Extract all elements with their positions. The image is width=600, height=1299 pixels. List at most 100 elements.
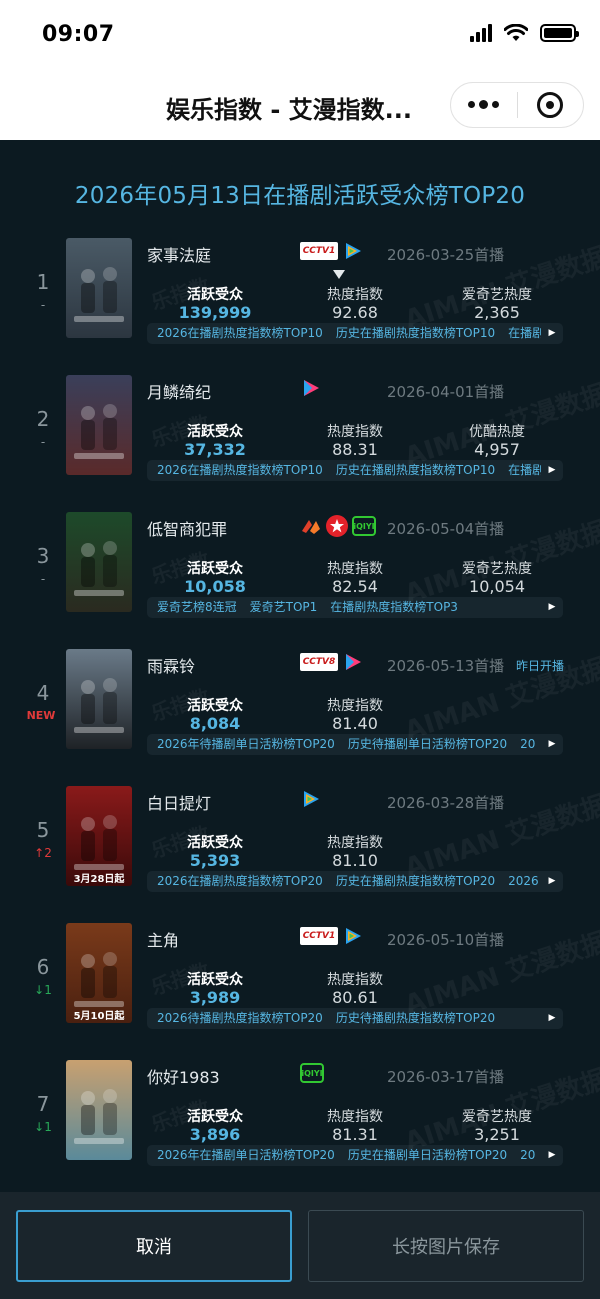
page-title: 娱乐指数 - 艾漫指数... xyxy=(166,96,413,124)
iqiyi-logo: iQIYI xyxy=(352,516,376,536)
badge-ticker: 2026在播剧热度指数榜TOP10 历史在播剧热度指数榜TOP10 在播剧 ▶ xyxy=(147,460,563,481)
platform-logos xyxy=(300,789,322,809)
poster-caption: 3月28日起 xyxy=(73,874,125,885)
badge-ticker: 2026待播剧热度指数榜TOP20 历史待播剧热度指数榜TOP20 ▶ xyxy=(147,1008,563,1029)
cancel-button[interactable]: 取消 xyxy=(16,1210,292,1282)
platform-logos: CCTV1 xyxy=(300,926,364,946)
status-bar: 09:07 xyxy=(0,0,600,72)
heat-index-label: 热度指数 xyxy=(327,287,383,303)
cctv1-logo: CCTV1 xyxy=(300,927,338,945)
more-icon xyxy=(468,100,500,109)
badge-item: 20 xyxy=(520,1148,536,1162)
badge-item: 2026待播剧热度指数榜TOP20 xyxy=(157,1011,323,1025)
rank-number: 4 xyxy=(36,681,50,705)
bottom-action-bar: 取消 长按图片保存 xyxy=(0,1192,600,1299)
play-arrow-icon[interactable]: ▶ xyxy=(541,871,563,892)
badge-item: 爱奇艺榜8连冠 xyxy=(157,600,237,614)
heat-index-label: 热度指数 xyxy=(327,561,383,577)
heat-index-label: 热度指数 xyxy=(327,424,383,440)
drama-poster xyxy=(66,1060,132,1160)
ranking-entry: 3 - 低智商犯罪 iQIYI 2026-05-04首播 活跃受众 10,058… xyxy=(0,512,600,624)
drama-name: 家事法庭 xyxy=(147,246,212,265)
youku-logo xyxy=(342,652,364,672)
tencent-video-logo xyxy=(342,241,364,261)
rank-change: ↓1 xyxy=(34,983,52,997)
badge-item: 20 xyxy=(520,737,536,751)
badge-ticker: 2026在播剧热度指数榜TOP10 历史在播剧热度指数榜TOP10 在播剧 ▶ xyxy=(147,323,563,344)
play-arrow-icon[interactable]: ▶ xyxy=(541,1008,563,1029)
premiere-date: 2026-03-17首播 xyxy=(387,1068,505,1086)
platform-logos: iQIYI xyxy=(300,515,376,537)
mini-program-capsule xyxy=(450,82,584,128)
premiere-date: 2026-05-04首播 xyxy=(387,520,505,538)
heat-index-value: 81.10 xyxy=(332,851,378,870)
drama-name: 低智商犯罪 xyxy=(147,520,228,539)
heat-index-value: 88.31 xyxy=(332,440,378,459)
rank-change: ↓1 xyxy=(34,1120,52,1134)
heat-index-value: 81.40 xyxy=(332,714,378,733)
badge-item: 2026在播剧热度指数榜TOP10 xyxy=(157,326,323,340)
drama-poster xyxy=(66,512,132,612)
badge-item: 2026在播剧热度指数榜TOP10 xyxy=(157,463,323,477)
status-icons xyxy=(470,24,579,42)
heat-index-value: 81.31 xyxy=(332,1125,378,1144)
save-image-button[interactable]: 长按图片保存 xyxy=(308,1210,584,1282)
rank-number: 3 xyxy=(36,544,50,568)
badge-ticker: 2026年在播剧单日活粉榜TOP20 历史在播剧单日活粉榜TOP20 20 ▶ xyxy=(147,1145,563,1166)
tencent-video-logo xyxy=(342,926,364,946)
heat-index-label: 热度指数 xyxy=(327,835,383,851)
rank-number: 2 xyxy=(36,407,50,431)
premiere-date: 2026-05-10首播 xyxy=(387,931,505,949)
iqiyi-logo: iQIYI xyxy=(300,1063,324,1083)
drama-name: 雨霖铃 xyxy=(147,657,196,676)
premiere-date: 2026-05-13首播 xyxy=(387,657,505,675)
wifi-icon xyxy=(504,24,528,41)
drama-poster xyxy=(66,649,132,749)
battery-icon xyxy=(540,24,579,42)
heat-index-value: 92.68 xyxy=(332,303,378,322)
badge-item: 2026年在播剧单日活粉榜TOP20 xyxy=(157,1148,335,1162)
play-arrow-icon[interactable]: ▶ xyxy=(541,734,563,755)
platform-logos: CCTV1 xyxy=(300,241,364,261)
ranking-entry: 5 ↑2 白日提灯 2026-03-28首播 活跃受众 5,393 热度指数 8… xyxy=(0,786,600,898)
rank-change: - xyxy=(40,298,46,312)
drama-name: 主角 xyxy=(147,931,180,950)
dragon-tv-logo xyxy=(326,515,348,537)
heat-pointer-icon xyxy=(333,270,345,279)
badge-item: 爱奇艺TOP1 xyxy=(249,600,318,614)
heat-index-label: 热度指数 xyxy=(327,1109,383,1125)
rank-change: NEW xyxy=(26,709,56,722)
badge-item: 2026在播剧热度指数榜TOP20 xyxy=(157,874,323,888)
more-button[interactable] xyxy=(451,82,517,128)
premiere-date: 2026-04-01首播 xyxy=(387,383,505,401)
play-arrow-icon[interactable]: ▶ xyxy=(541,597,563,618)
mango-logo xyxy=(300,516,322,536)
rank-change: - xyxy=(40,435,46,449)
premiere-date: 2026-03-28首播 xyxy=(387,794,505,812)
tencent-video-logo xyxy=(300,789,322,809)
active-audience-value: 3,896 xyxy=(189,1125,241,1144)
poster-caption: 5月10日起 xyxy=(73,1011,125,1022)
active-audience-value: 37,332 xyxy=(184,440,246,459)
play-arrow-icon[interactable]: ▶ xyxy=(541,323,563,344)
youku-logo xyxy=(300,378,322,398)
cellular-signal-icon xyxy=(470,24,492,42)
drama-name: 白日提灯 xyxy=(147,794,212,813)
drama-name: 你好1983 xyxy=(147,1068,220,1087)
badge-item: 2026年待播剧单日活粉榜TOP20 xyxy=(157,737,335,751)
board-title: 2026年05月13日在播剧活跃受众榜TOP20 xyxy=(74,183,526,209)
platform-logos xyxy=(300,378,322,398)
drama-poster xyxy=(66,238,132,338)
premiere-date: 2026-03-25首播 xyxy=(387,246,505,264)
play-arrow-icon[interactable]: ▶ xyxy=(541,460,563,481)
active-audience-value: 10,058 xyxy=(184,577,246,596)
heat-index-value: 80.61 xyxy=(332,988,378,1007)
badge-item: 2026 xyxy=(508,874,539,888)
rank-change: ↑2 xyxy=(34,846,52,860)
badge-ticker: 2026在播剧热度指数榜TOP20 历史在播剧热度指数榜TOP20 2026 ▶ xyxy=(147,871,563,892)
ranking-entry: 4 NEW 雨霖铃 CCTV8 2026-05-13首播 昨日开播 活跃受众 8… xyxy=(0,649,600,761)
play-arrow-icon[interactable]: ▶ xyxy=(541,1145,563,1166)
close-mini-program-button[interactable] xyxy=(518,82,584,128)
active-audience-value: 139,999 xyxy=(178,303,252,322)
status-time: 09:07 xyxy=(42,22,115,47)
